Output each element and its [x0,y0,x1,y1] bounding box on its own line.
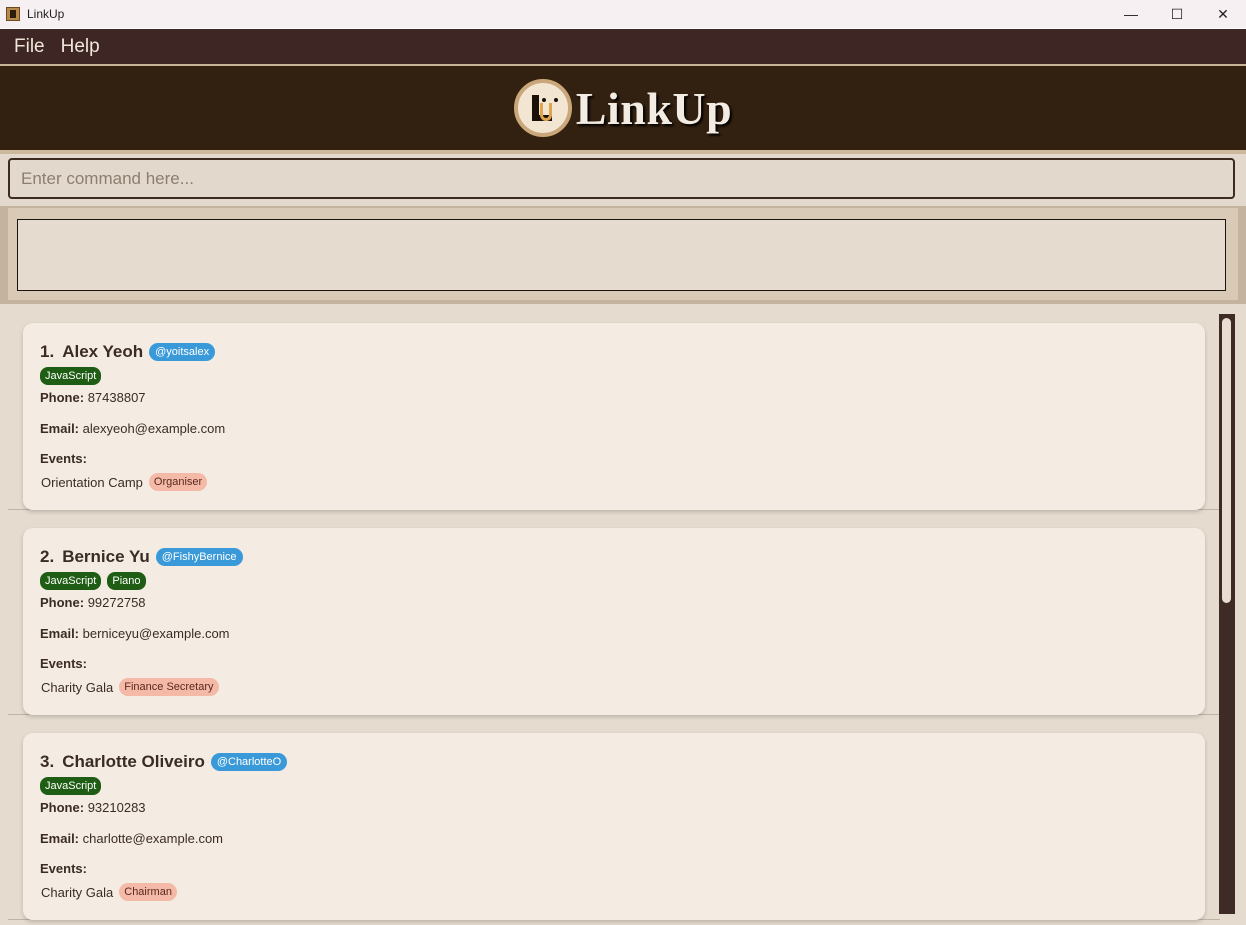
result-display[interactable] [17,219,1226,291]
role-badge: Finance Secretary [119,678,219,696]
person-card[interactable]: 2. Bernice Yu @FishyBernice JavaScript P… [23,528,1205,715]
event-name: Charity Gala [41,884,114,900]
tag: JavaScript [40,572,102,590]
command-input[interactable] [8,158,1235,199]
person-name: Charlotte Oliveiro [62,752,205,771]
person-index: 2. [40,547,55,566]
phone-field: Phone: 99272758 [40,595,146,610]
window-controls: — ☐ ✕ [1108,0,1246,28]
tag-list: JavaScript [40,367,102,385]
phone-value: 99272758 [87,595,146,610]
email-field: Email: berniceyu@example.com [40,626,230,641]
window-titlebar: LinkUp — ☐ ✕ [0,0,1246,28]
telegram-handle-badge: @FishyBernice [155,548,243,566]
email-value: alexyeoh@example.com [82,421,226,436]
brand-title: LinkUp [575,82,733,134]
email-value: charlotte@example.com [82,831,224,846]
result-display-panel [0,206,1246,304]
role-badge: Chairman [119,883,177,901]
event-entry: Charity Gala Finance Secretary [41,678,219,696]
email-field: Email: alexyeoh@example.com [40,421,226,436]
email-field: Email: charlotte@example.com [40,831,224,846]
phone-value: 87438807 [87,390,146,405]
events-label: Events: [40,656,87,671]
person-list: 1. Alex Yeoh @yoitsalex JavaScript Phone… [0,304,1246,925]
app-header: LinkUp [0,66,1246,154]
close-button[interactable]: ✕ [1200,0,1246,28]
event-name: Orientation Camp [41,474,143,490]
list-item[interactable]: 3. Charlotte Oliveiro @CharlotteO JavaSc… [8,714,1220,920]
person-card[interactable]: 1. Alex Yeoh @yoitsalex JavaScript Phone… [23,323,1205,510]
person-index: 3. [40,752,55,771]
telegram-handle-badge: @yoitsalex [149,343,216,361]
scrollbar-thumb[interactable] [1222,318,1231,603]
role-badge: Organiser [148,473,208,491]
person-index: 1. [40,342,55,361]
event-entry: Orientation Camp Organiser [41,473,208,491]
telegram-handle-badge: @CharlotteO [210,753,288,771]
list-item[interactable]: 2. Bernice Yu @FishyBernice JavaScript P… [8,509,1220,715]
app-icon [6,7,20,21]
phone-value: 93210283 [87,800,146,815]
linkup-logo-icon [513,79,572,137]
event-name: Charity Gala [41,679,114,695]
event-entry: Charity Gala Chairman [41,883,177,901]
minimize-button[interactable]: — [1108,0,1154,28]
tag: JavaScript [40,777,102,795]
phone-field: Phone: 87438807 [40,390,146,405]
person-name: Alex Yeoh [62,342,144,361]
tag-list: JavaScript Piano [40,572,146,590]
command-box [0,154,1246,206]
list-item[interactable]: 1. Alex Yeoh @yoitsalex JavaScript Phone… [8,304,1220,510]
list-scrollbar[interactable] [1219,314,1235,914]
menu-help[interactable]: Help [59,36,114,58]
tag: JavaScript [40,367,102,385]
phone-field: Phone: 93210283 [40,800,146,815]
window-title: LinkUp [27,7,65,21]
menu-bar: File Help [0,29,1246,66]
person-name: Bernice Yu [62,547,150,566]
events-label: Events: [40,861,87,876]
tag-list: JavaScript [40,777,102,795]
menu-file[interactable]: File [0,36,59,58]
events-label: Events: [40,451,87,466]
email-value: berniceyu@example.com [82,626,230,641]
tag: Piano [107,572,146,590]
person-card[interactable]: 3. Charlotte Oliveiro @CharlotteO JavaSc… [23,733,1205,920]
maximize-button[interactable]: ☐ [1154,0,1200,28]
